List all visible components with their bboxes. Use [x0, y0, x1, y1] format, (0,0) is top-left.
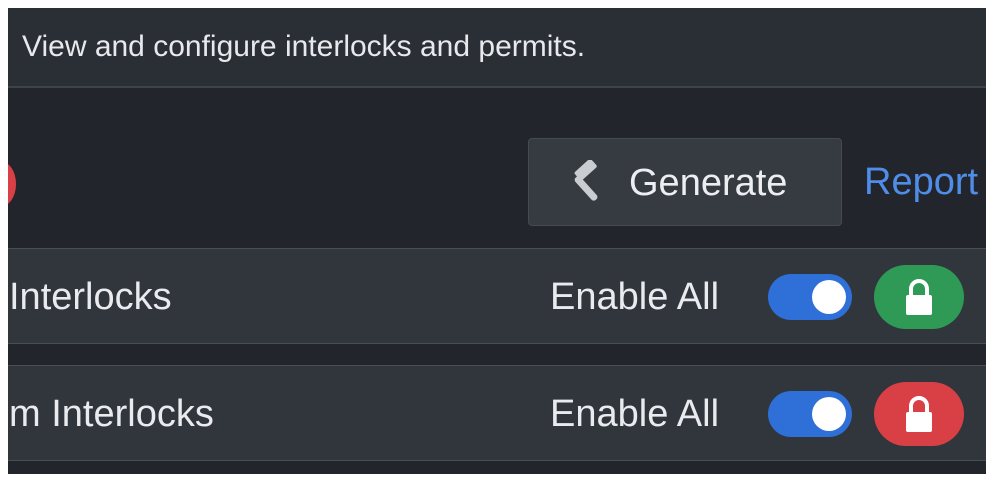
toggle-knob [812, 397, 846, 431]
generate-button[interactable]: Generate [528, 138, 842, 226]
enable-all-label: Enable All [550, 276, 720, 318]
enable-all-toggle[interactable] [768, 274, 852, 320]
interlocks-panel: View and configure interlocks and permit… [8, 8, 986, 474]
page-description: View and configure interlocks and permit… [22, 30, 586, 63]
group-title: Interlocks [9, 276, 172, 318]
enable-all-toggle[interactable] [768, 391, 852, 437]
lock-icon [906, 396, 932, 432]
interlock-group-row: Interlocks Enable All [8, 248, 986, 344]
report-link[interactable]: Report [864, 162, 978, 202]
status-indicator [8, 162, 16, 206]
interlock-group-row: m Interlocks Enable All [8, 365, 986, 461]
enable-all-label: Enable All [550, 393, 720, 435]
toggle-knob [812, 280, 846, 314]
description-bar: View and configure interlocks and permit… [8, 8, 986, 88]
generate-label: Generate [629, 162, 788, 204]
lock-button[interactable] [874, 382, 964, 446]
unlock-button[interactable] [874, 265, 964, 329]
hammer-icon [574, 160, 598, 201]
lock-icon [906, 279, 932, 315]
group-title: m Interlocks [9, 393, 214, 435]
